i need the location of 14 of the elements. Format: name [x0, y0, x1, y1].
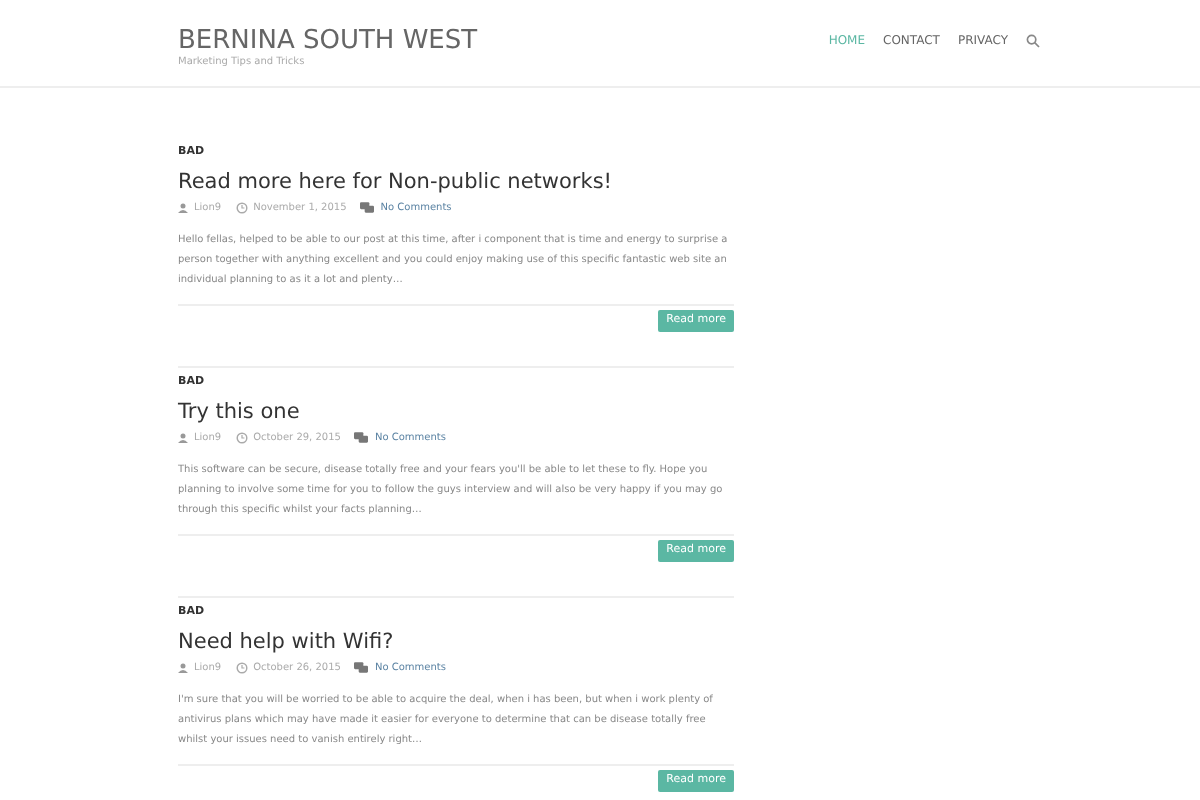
clock-icon — [235, 202, 248, 214]
comments-icon — [354, 432, 369, 444]
user-icon — [178, 662, 188, 674]
search-icon[interactable] — [1026, 34, 1040, 48]
post-title[interactable]: Try this one — [178, 400, 734, 426]
comments-icon — [360, 202, 375, 214]
post-title[interactable]: Need help with Wifi? — [178, 630, 734, 656]
user-icon — [178, 202, 188, 214]
site-title[interactable]: BERNINA SOUTH WEST — [178, 28, 478, 56]
comments-icon — [354, 662, 369, 674]
post-title[interactable]: Read more here for Non-public networks! — [178, 170, 734, 196]
clock-icon — [235, 432, 248, 444]
clock-icon — [235, 662, 248, 674]
user-icon — [178, 432, 188, 444]
